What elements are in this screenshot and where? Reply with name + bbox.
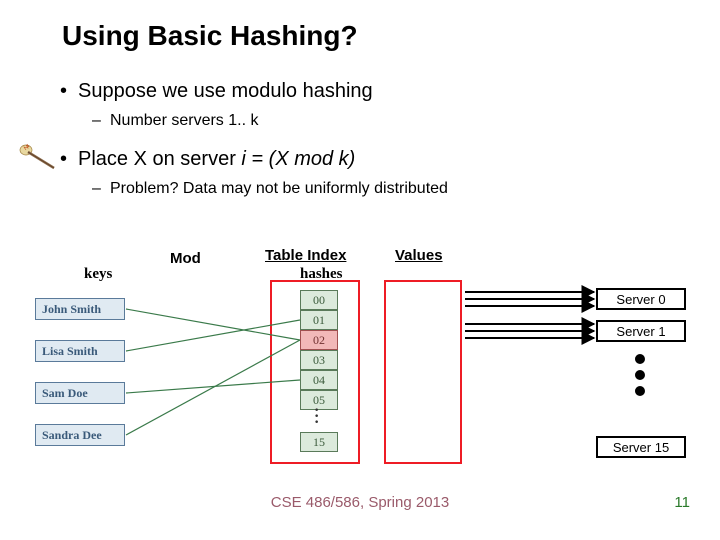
server-vdots <box>635 354 645 396</box>
mod-label: Mod <box>170 250 201 267</box>
page-number: 11 <box>674 494 690 511</box>
server-15-box: Server 15 <box>596 436 686 458</box>
sub-bullet-1: Number servers 1.. k <box>110 112 258 130</box>
slide-title: Using Basic Hashing? <box>62 20 358 52</box>
sub-bullet-2: Problem? Data may not be uniformly distr… <box>110 180 448 198</box>
server-0-box: Server 0 <box>596 288 686 310</box>
table-index-label: Table Index <box>265 247 346 264</box>
bullet-1: Suppose we use modulo hashing <box>78 80 373 103</box>
key-lisa-smith: Lisa Smith <box>35 340 125 362</box>
keys-heading: keys <box>84 266 112 283</box>
values-label: Values <box>395 247 443 264</box>
key-sandra-dee: Sandra Dee <box>35 424 125 446</box>
dot-icon <box>635 370 645 380</box>
torch-icon <box>18 142 58 172</box>
bullet-2: Place X on server i = (X mod k) <box>78 148 355 171</box>
key-john-smith: John Smith <box>35 298 125 320</box>
table-index-highlight-box <box>270 280 360 464</box>
key-sam-doe: Sam Doe <box>35 382 125 404</box>
server-1-box: Server 1 <box>596 320 686 342</box>
footer-course: CSE 486/586, Spring 2013 <box>0 494 720 511</box>
dot-icon <box>635 354 645 364</box>
dot-icon <box>635 386 645 396</box>
bullet-2-text: Place X on server <box>78 148 241 170</box>
bullet-2-formula: i = (X mod k) <box>241 148 355 170</box>
values-highlight-box <box>384 280 462 464</box>
